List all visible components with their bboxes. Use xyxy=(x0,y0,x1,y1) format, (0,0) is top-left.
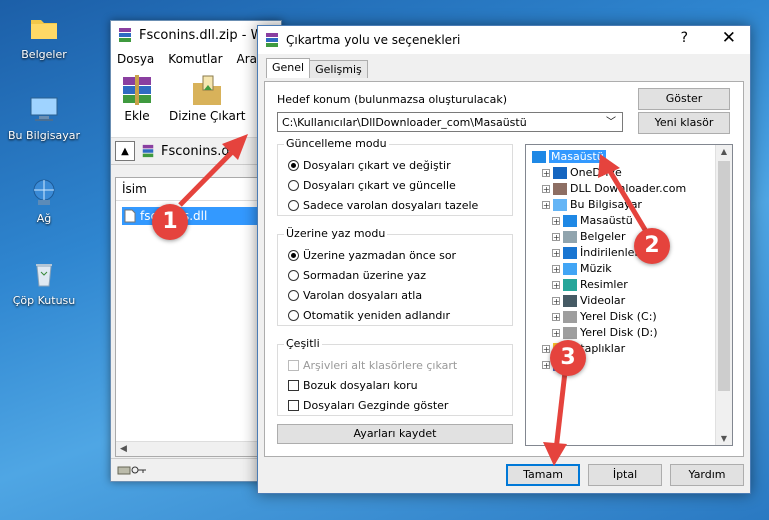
annotation-number: 3 xyxy=(550,340,586,376)
annotation-number: 1 xyxy=(152,204,188,240)
arrow-2 xyxy=(598,154,653,240)
tab-genel[interactable]: Genel xyxy=(266,58,311,78)
arrow-1 xyxy=(178,134,248,207)
annotation-number: 2 xyxy=(634,228,670,264)
arrow-3 xyxy=(543,371,568,466)
